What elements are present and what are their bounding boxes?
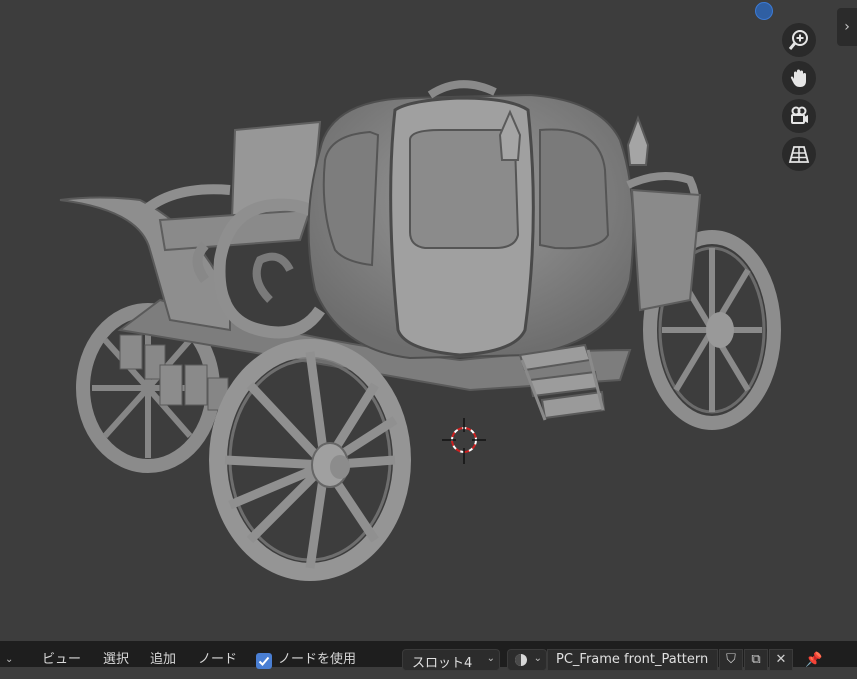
- pin-icon[interactable]: 📌: [805, 641, 822, 668]
- use-nodes-label: ノードを使用: [278, 652, 357, 667]
- hand-pan-icon[interactable]: [782, 61, 816, 95]
- node-editor-header: ⌄ ビュー 選択 追加 ノード ノードを使用 スロット4 ⌄ ⌄ PC_Fram…: [0, 641, 857, 671]
- material-name: PC_Frame front_Pattern: [556, 652, 709, 667]
- camera-icon[interactable]: [782, 99, 816, 133]
- slot-label: スロット4: [412, 656, 473, 671]
- close-icon[interactable]: ✕: [769, 649, 793, 671]
- material-name-field[interactable]: PC_Frame front_Pattern: [547, 649, 718, 671]
- slot-dropdown[interactable]: スロット4 ⌄: [402, 649, 500, 671]
- fake-user-shield-icon[interactable]: ⛉: [719, 649, 743, 671]
- chevron-down-icon: ⌄: [533, 653, 542, 664]
- carriage-model: [59, 80, 781, 581]
- wheel-front-right: [209, 339, 411, 581]
- menu-select[interactable]: 選択: [103, 641, 129, 667]
- perspective-grid-icon[interactable]: [782, 137, 816, 171]
- driver-seat: [59, 120, 346, 411]
- sidebar-toggle-icon[interactable]: ›: [837, 8, 857, 46]
- axis-gizmo-icon[interactable]: [755, 2, 773, 20]
- material-browse-button[interactable]: ⌄: [507, 649, 547, 671]
- menu-node[interactable]: ノード: [198, 641, 237, 667]
- menu-view[interactable]: ビュー: [42, 641, 81, 667]
- cabin-body: [307, 80, 702, 360]
- zoom-icon[interactable]: [782, 23, 816, 57]
- editor-type-chevron-icon[interactable]: ⌄: [5, 641, 13, 667]
- menu-add[interactable]: 追加: [150, 641, 176, 667]
- duplicate-icon[interactable]: ⧉: [744, 649, 768, 671]
- 3d-viewport[interactable]: ›: [0, 0, 857, 641]
- 3d-cursor: [442, 418, 486, 464]
- chevron-down-icon: ⌄: [486, 653, 495, 664]
- material-sphere-icon: [515, 654, 527, 666]
